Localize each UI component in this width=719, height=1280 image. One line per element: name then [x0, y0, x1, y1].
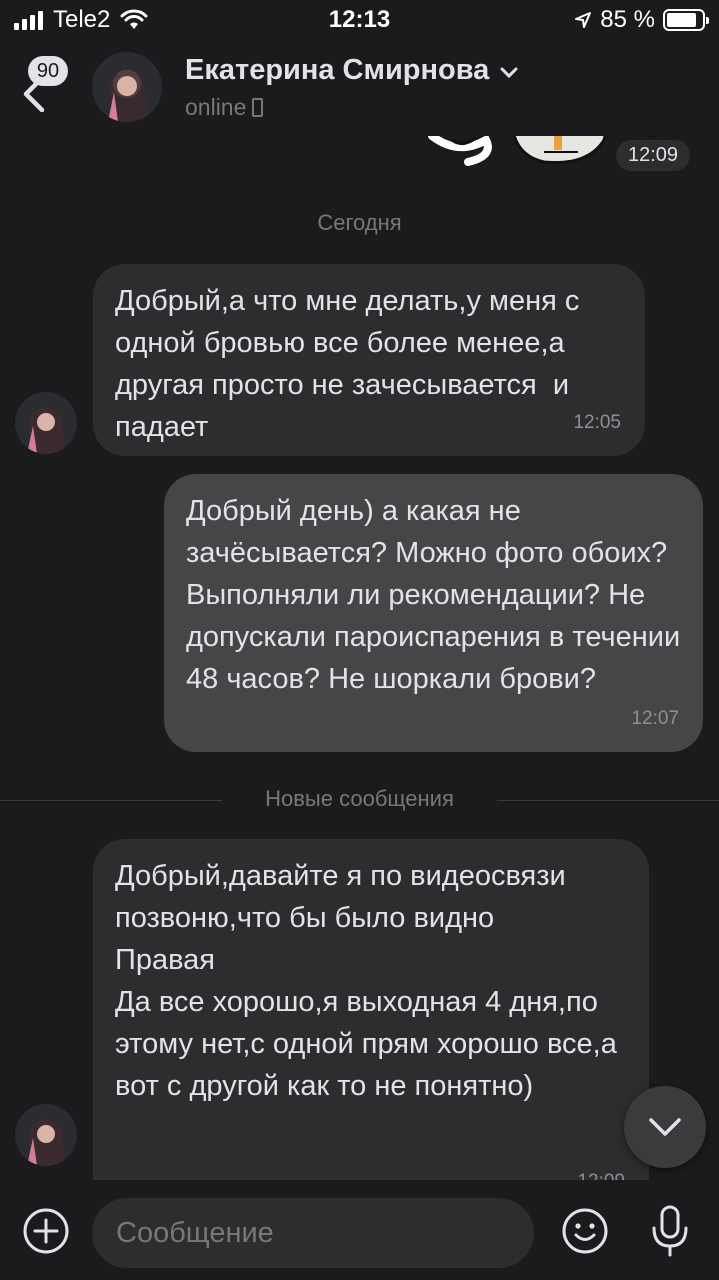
new-messages-separator: Новые сообщения	[0, 786, 719, 816]
microphone-icon[interactable]	[646, 1204, 694, 1258]
unread-badge[interactable]: 90	[28, 56, 68, 86]
emoji-icon[interactable]	[561, 1207, 609, 1255]
status-bar-right: 85 %	[574, 6, 709, 34]
chat-header: 90 Екатерина Смирнова online	[0, 40, 719, 136]
message-text: Добрый день) а какая не зачёсывается? Мо…	[186, 495, 689, 695]
plus-icon[interactable]	[22, 1207, 70, 1255]
message-bubble-incoming[interactable]: Добрый,давайте я по видеосвязи позвоню,ч…	[93, 839, 649, 1180]
contact-name: Екатерина Смирнова	[185, 54, 490, 86]
phone-icon	[252, 98, 264, 117]
date-separator: Сегодня	[317, 210, 402, 235]
message-input[interactable]	[92, 1198, 534, 1268]
sender-avatar[interactable]	[15, 392, 77, 454]
scroll-down-button[interactable]	[624, 1086, 706, 1168]
status-bar: Tele2 12:13 85 %	[0, 0, 719, 40]
sticker-time: 12:09	[616, 140, 691, 171]
location-arrow-icon	[575, 12, 592, 28]
message-bubble-incoming[interactable]: Добрый,а что мне делать,у меня с одной б…	[93, 264, 645, 456]
message-text: Добрый,а что мне делать,у меня с одной б…	[115, 285, 588, 443]
contact-name-row[interactable]: Екатерина Смирнова	[185, 54, 519, 87]
online-status: online	[185, 94, 264, 121]
new-messages-label: Новые сообщения	[265, 786, 454, 811]
chat-area[interactable]: 12:09 Сегодня Добрый,а что мне делать,у …	[0, 136, 719, 1180]
online-label: online	[185, 94, 247, 120]
contact-avatar[interactable]	[92, 52, 162, 122]
battery-percent: 85 %	[600, 6, 655, 33]
chevron-down-icon	[649, 1118, 681, 1136]
message-time: 12:09	[577, 1161, 625, 1180]
battery-icon	[663, 9, 709, 31]
message-bubble-outgoing[interactable]: Добрый день) а какая не зачёсывается? Мо…	[164, 474, 703, 752]
message-text: Добрый,давайте я по видеосвязи позвоню,ч…	[115, 860, 617, 1102]
message-time: 12:07	[631, 708, 679, 729]
message-time: 12:05	[573, 412, 621, 433]
sender-avatar[interactable]	[15, 1104, 77, 1166]
chevron-down-icon	[500, 67, 518, 78]
message-composer	[0, 1180, 719, 1280]
